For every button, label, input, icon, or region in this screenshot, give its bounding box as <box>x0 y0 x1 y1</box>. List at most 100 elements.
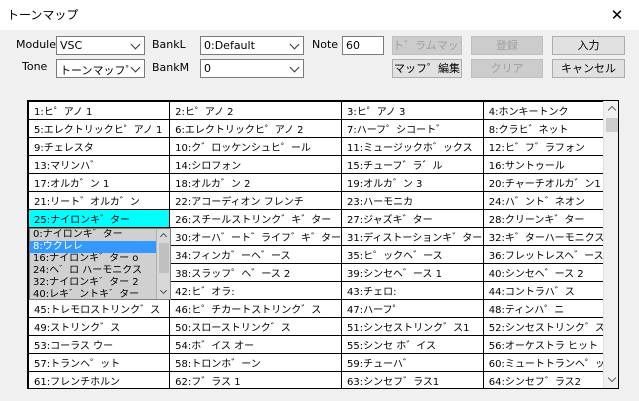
tone-cell[interactable]: 54:ホ゛イス オー <box>169 335 343 354</box>
chevron-down-icon <box>289 62 300 73</box>
tone-cell[interactable]: 28:クリーンキ゛ター <box>482 209 618 228</box>
tone-cell[interactable]: 19:オルカ゛ン 3 <box>341 173 484 192</box>
tone-cell[interactable]: 60:ミュートトランヘ゜ット <box>482 353 618 372</box>
tone-cell[interactable]: 14:シロフォン <box>169 155 343 174</box>
tone-cell[interactable]: 25:ナイロンキ゛ター <box>28 209 171 228</box>
variation-item[interactable]: 8:ウクレレ <box>30 241 156 253</box>
tone-cell[interactable]: 1:ヒ゜アノ 1 <box>28 101 171 120</box>
tone-cell[interactable]: 7:ハーフ゜シコート゛ <box>341 119 484 138</box>
tone-select[interactable]: トーンマッフ゜ <box>56 59 145 78</box>
tone-cell[interactable]: 4:ホンキートンク <box>482 101 618 120</box>
tone-cell[interactable]: 44:コントラハ゛ス <box>482 281 618 300</box>
variation-item[interactable]: 24:ヘ゛ロ ハーモニクス <box>30 265 156 277</box>
tone-cell[interactable]: 55:シンセ ホ゛イス <box>341 335 484 354</box>
chevron-down-icon <box>130 39 141 50</box>
tone-cell[interactable]: 5:エレクトリックヒ゜アノ 1 <box>28 119 171 138</box>
tone-cell[interactable]: 2:ヒ゜アノ 2 <box>169 101 343 120</box>
tone-cell[interactable]: 47:ハーフ゜ <box>341 299 484 318</box>
tone-cell[interactable]: 56:オーケストラ ヒット <box>482 335 618 354</box>
clear-button[interactable]: クリア <box>471 59 543 78</box>
tone-cell[interactable]: 48:ティンハ゜ニ <box>482 299 618 318</box>
tone-cell[interactable]: 64:シンセフ゛ラス2 <box>482 371 618 388</box>
bankl-select[interactable]: 0:Default <box>200 36 304 55</box>
table-row: 53:コーラス ウー 54:ホ゛イス オー 55:シンセ ホ゛イス 56:オーケストラ… <box>28 335 618 354</box>
table-row: 5:エレクトリックヒ゜アノ 1 6:エレクトリックヒ゜アノ 2 7:ハーフ゜シコート… <box>28 119 618 138</box>
tone-cell[interactable]: 15:チューフ゛ラ゛ル <box>341 155 484 174</box>
tone-cell[interactable]: 46:ヒ゜チカートストリンク゛ス <box>169 299 343 318</box>
tone-cell[interactable]: 27:ジャズキ゛ター <box>341 209 484 228</box>
tone-cell[interactable]: 58:トロンホ゛ーン <box>169 353 343 372</box>
variation-list[interactable]: 0:ナイロンキ゛ター 8:ウクレレ 16:ナイロンキ゛ター o 24:ヘ゛ロ ハーモニ… <box>29 228 171 300</box>
tone-cell[interactable]: 13:マリンハ゛ <box>28 155 171 174</box>
register-button[interactable]: 登録 <box>471 36 543 55</box>
tone-cell[interactable]: 49:ストリンク゛ス <box>28 317 171 336</box>
popup-scrollbar[interactable] <box>156 229 170 299</box>
tone-cell[interactable]: 50:スローストリンク゛ス <box>169 317 343 336</box>
drum-map-button[interactable]: ト゛ラムマッフ゜ <box>392 36 462 55</box>
table-row: 13:マリンハ゛ 14:シロフォン 15:チューフ゛ラ゛ル 16:サントゥール <box>28 155 618 174</box>
tone-cell[interactable]: 30:オーハ゛ート゛ライフ゛キ゛ター <box>169 227 343 246</box>
input-button[interactable]: 入力 <box>552 36 625 55</box>
tone-cell[interactable]: 31:ディストーションキ゛ター <box>341 227 484 246</box>
cancel-button[interactable]: キャンセル <box>552 59 625 78</box>
tone-cell[interactable]: 32:キ゛ターハーモニクス <box>482 227 618 246</box>
tone-cell[interactable]: 51:シンセストリンク゛ス1 <box>341 317 484 336</box>
module-select[interactable]: VSC <box>56 36 145 55</box>
tone-cell[interactable]: 22:アコーディオン フレンチ <box>169 191 343 210</box>
scroll-down-button[interactable] <box>604 372 618 388</box>
chevron-down-icon <box>289 39 300 50</box>
close-icon[interactable]: ✕ <box>597 2 637 28</box>
bankl-label: BankL <box>152 38 186 51</box>
tone-cell[interactable]: 45:トレモロストリンク゛ス <box>28 299 171 318</box>
tone-value: トーンマッフ゜ <box>60 64 137 77</box>
tone-cell[interactable]: 36:フレットレスヘ゛ース <box>482 245 618 264</box>
tone-cell[interactable]: 12:ヒ゛フ゛ラフォン <box>482 137 618 156</box>
tone-cell[interactable]: 39:シンセヘ゛ース 1 <box>341 263 484 282</box>
bankm-select[interactable]: 0 <box>200 59 304 78</box>
tone-cell[interactable]: 26:スチールストリンク゛キ゛ター <box>169 209 343 228</box>
tone-cell[interactable]: 63:シンセフ゛ラス1 <box>341 371 484 388</box>
tone-cell[interactable]: 24:ハ゛ント゛ネオン <box>482 191 618 210</box>
scroll-up-icon[interactable] <box>159 232 168 241</box>
grid-scrollbar[interactable] <box>603 101 618 388</box>
tone-cell[interactable]: 23:ハーモニカ <box>341 191 484 210</box>
tone-cell[interactable]: 61:フレンチホルン <box>28 371 171 388</box>
tone-cell[interactable]: 57:トランヘ゜ット <box>28 353 171 372</box>
chevron-down-icon <box>607 373 617 383</box>
tone-cell[interactable]: 11:ミュージックホ゛ックス <box>341 137 484 156</box>
variation-item[interactable]: 16:ナイロンキ゛ター o <box>30 253 156 265</box>
scroll-down-icon[interactable] <box>159 286 168 295</box>
variation-item[interactable]: 40:レキ゛ントキ゛ター <box>30 289 156 299</box>
tone-cell[interactable]: 17:オルカ゛ン 1 <box>28 173 171 192</box>
note-input[interactable]: 60 <box>342 36 384 55</box>
tone-cell[interactable]: 42:ヒ゛オラ: <box>169 281 343 300</box>
variation-item[interactable]: 0:ナイロンキ゛ター <box>30 229 156 241</box>
tone-cell[interactable]: 8:クラヒ゛ネット <box>482 119 618 138</box>
variation-item[interactable]: 32:ナイロンキ゛ター 2 <box>30 277 156 289</box>
popup-scroll-thumb[interactable] <box>159 243 169 273</box>
tone-cell[interactable]: 18:オルカ゛ン 2 <box>169 173 343 192</box>
tone-cell[interactable]: 40:シンセヘ゛ース 2 <box>482 263 618 282</box>
tone-cell[interactable]: 35:ヒ゜ックヘ゛ース <box>341 245 484 264</box>
tone-cell[interactable]: 3:ヒ゜アノ 3 <box>341 101 484 120</box>
table-row: 57:トランヘ゜ット 58:トロンホ゛ーン 59:チューハ゛ 60:ミュートトランヘ゜… <box>28 353 618 372</box>
tone-cell[interactable]: 62:フ゛ラス 1 <box>169 371 343 388</box>
map-edit-button[interactable]: マッフ゜編集 <box>392 59 462 78</box>
scroll-up-button[interactable] <box>604 101 618 117</box>
table-row: 9:チェレスタ 10:ク゛ロッケンシュヒ゜ール 11:ミュージックホ゛ックス 12:ヒ… <box>28 137 618 156</box>
tone-cell[interactable]: 53:コーラス ウー <box>28 335 171 354</box>
table-row: 61:フレンチホルン 62:フ゛ラス 1 63:シンセフ゛ラス1 64:シンセフ゛ラス… <box>28 371 618 388</box>
tone-cell[interactable]: 43:チェロ: <box>341 281 484 300</box>
tone-cell[interactable]: 6:エレクトリックヒ゜アノ 2 <box>169 119 343 138</box>
tone-cell[interactable]: 38:スラッフ゜ヘ゛ース 2 <box>169 263 343 282</box>
tone-cell[interactable]: 16:サントゥール <box>482 155 618 174</box>
tone-cell[interactable]: 52:シンセストリンク゛ス2 <box>482 317 618 336</box>
table-row: 1:ヒ゜アノ 1 2:ヒ゜アノ 2 3:ヒ゜アノ 3 4:ホンキートンク <box>28 101 618 120</box>
tone-cell[interactable]: 9:チェレスタ <box>28 137 171 156</box>
tone-cell[interactable]: 21:リート゛オルカ゛ン <box>28 191 171 210</box>
tone-cell[interactable]: 34:フィンカ゛ーヘ゛ース <box>169 245 343 264</box>
tone-cell[interactable]: 10:ク゛ロッケンシュヒ゜ール <box>169 137 343 156</box>
tone-cell[interactable]: 59:チューハ゛ <box>341 353 484 372</box>
scroll-thumb[interactable] <box>606 118 618 132</box>
tone-cell[interactable]: 20:チャーチオルカ゛ン1 <box>482 173 618 192</box>
